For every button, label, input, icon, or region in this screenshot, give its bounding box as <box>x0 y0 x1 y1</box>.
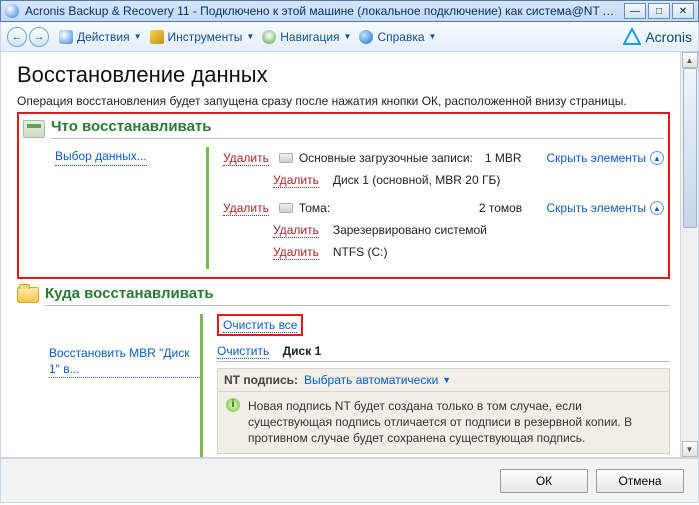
info-icon: i <box>226 398 240 412</box>
scroll-up-button[interactable]: ▲ <box>682 52 698 68</box>
chevron-down-icon: ▼ <box>246 32 254 41</box>
chevron-down-icon: ▼ <box>429 32 437 41</box>
mbr-label: Основные загрузочные записи: <box>299 151 473 165</box>
maximize-button[interactable]: □ <box>648 3 670 19</box>
nt-signature-label: NT подпись: <box>224 373 298 387</box>
disk-icon <box>279 153 293 163</box>
drive-icon <box>23 120 45 138</box>
section-what-heading: Что восстанавливать <box>51 118 664 139</box>
delete-volumes-group[interactable]: Удалить <box>223 201 269 216</box>
toolbar-actions[interactable]: Действия ▼ <box>59 30 142 44</box>
highlight-clear-all: Очистить все <box>217 314 303 336</box>
nav-back-button[interactable]: ← <box>7 27 27 47</box>
nav-forward-button[interactable]: → <box>29 27 49 47</box>
section-where-heading: Куда восстанавливать <box>45 285 670 306</box>
brand: Acronis <box>623 28 692 46</box>
chevron-down-icon: ▼ <box>344 32 352 41</box>
delete-system-reserved[interactable]: Удалить <box>273 223 319 238</box>
page-title: Восстановление данных <box>17 62 670 88</box>
toolbar-navigation-label: Навигация <box>280 30 339 44</box>
target-disk1-label: Диск 1 <box>283 344 322 358</box>
ntfs-c-label: NTFS (C:) <box>333 245 388 259</box>
nt-signature-info-text: Новая подпись NT будет создана только в … <box>248 398 661 447</box>
content-area: Восстановление данных Операция восстанов… <box>0 52 699 458</box>
close-button[interactable]: ✕ <box>672 3 694 19</box>
chevron-down-icon: ▼ <box>134 32 142 41</box>
restore-mbr-link[interactable]: Восстановить MBR "Диск 1" в... <box>49 346 200 378</box>
brand-label: Acronis <box>645 29 692 45</box>
nt-signature-bar: NT подпись: Выбрать автоматически ▼ <box>217 368 670 392</box>
titlebar: Acronis Backup & Recovery 11 - Подключен… <box>0 0 699 22</box>
chevron-up-icon: ▲ <box>650 151 664 165</box>
nt-signature-dropdown[interactable]: Выбрать автоматически ▼ <box>304 373 451 387</box>
select-data-link[interactable]: Выбор данных... <box>55 149 147 166</box>
ok-button[interactable]: ОК <box>500 469 588 493</box>
app-icon <box>5 4 19 18</box>
window-title: Acronis Backup & Recovery 11 - Подключен… <box>25 4 622 18</box>
toolbar-tools[interactable]: Инструменты ▼ <box>150 30 255 44</box>
disk1-label: Диск 1 (основной, MBR 20 ГБ) <box>333 173 501 187</box>
page-description: Операция восстановления будет запущена с… <box>17 94 670 108</box>
delete-disk1[interactable]: Удалить <box>273 173 319 188</box>
lightning-icon <box>59 30 73 44</box>
delete-mbr-group[interactable]: Удалить <box>223 151 269 166</box>
scroll-down-button[interactable]: ▼ <box>682 441 698 457</box>
help-icon <box>359 30 373 44</box>
scroll-track[interactable] <box>682 68 698 441</box>
chevron-up-icon: ▲ <box>650 201 664 215</box>
disk-icon <box>279 203 293 213</box>
volumes-value: 2 томов <box>479 201 522 215</box>
toolbar: ← → Действия ▼ Инструменты ▼ Навигация ▼… <box>0 22 699 52</box>
hide-mbr-items[interactable]: Скрыть элементы ▲ <box>546 151 664 165</box>
folder-icon <box>17 287 39 303</box>
nt-signature-value: Выбрать автоматически <box>304 373 438 387</box>
footer: ОК Отмена <box>0 458 699 503</box>
clear-disk1-link[interactable]: Очистить <box>217 344 269 359</box>
delete-ntfs-c[interactable]: Удалить <box>273 245 319 260</box>
hide-label: Скрыть элементы <box>546 151 646 165</box>
hide-label: Скрыть элементы <box>546 201 646 215</box>
minimize-button[interactable]: — <box>624 3 646 19</box>
scroll-thumb[interactable] <box>683 68 697 228</box>
toolbar-tools-label: Инструменты <box>168 30 243 44</box>
tools-icon <box>150 30 164 44</box>
mbr-value: 1 MBR <box>485 151 522 165</box>
brand-logo-icon <box>623 28 641 46</box>
highlight-what-to-restore: Что восстанавливать Выбор данных... Удал… <box>17 112 670 279</box>
volumes-label: Тома: <box>299 201 479 215</box>
globe-icon <box>262 30 276 44</box>
cancel-button[interactable]: Отмена <box>596 469 684 493</box>
chevron-down-icon: ▼ <box>442 375 451 385</box>
toolbar-help-label: Справка <box>377 30 424 44</box>
hide-volume-items[interactable]: Скрыть элементы ▲ <box>546 201 664 215</box>
clear-all-link[interactable]: Очистить все <box>223 318 297 333</box>
toolbar-help[interactable]: Справка ▼ <box>359 30 436 44</box>
toolbar-navigation[interactable]: Навигация ▼ <box>262 30 351 44</box>
vertical-scrollbar[interactable]: ▲ ▼ <box>680 52 698 457</box>
system-reserved-label: Зарезервировано системой <box>333 223 487 237</box>
nt-signature-info: i Новая подпись NT будет создана только … <box>217 392 670 454</box>
toolbar-actions-label: Действия <box>77 30 130 44</box>
